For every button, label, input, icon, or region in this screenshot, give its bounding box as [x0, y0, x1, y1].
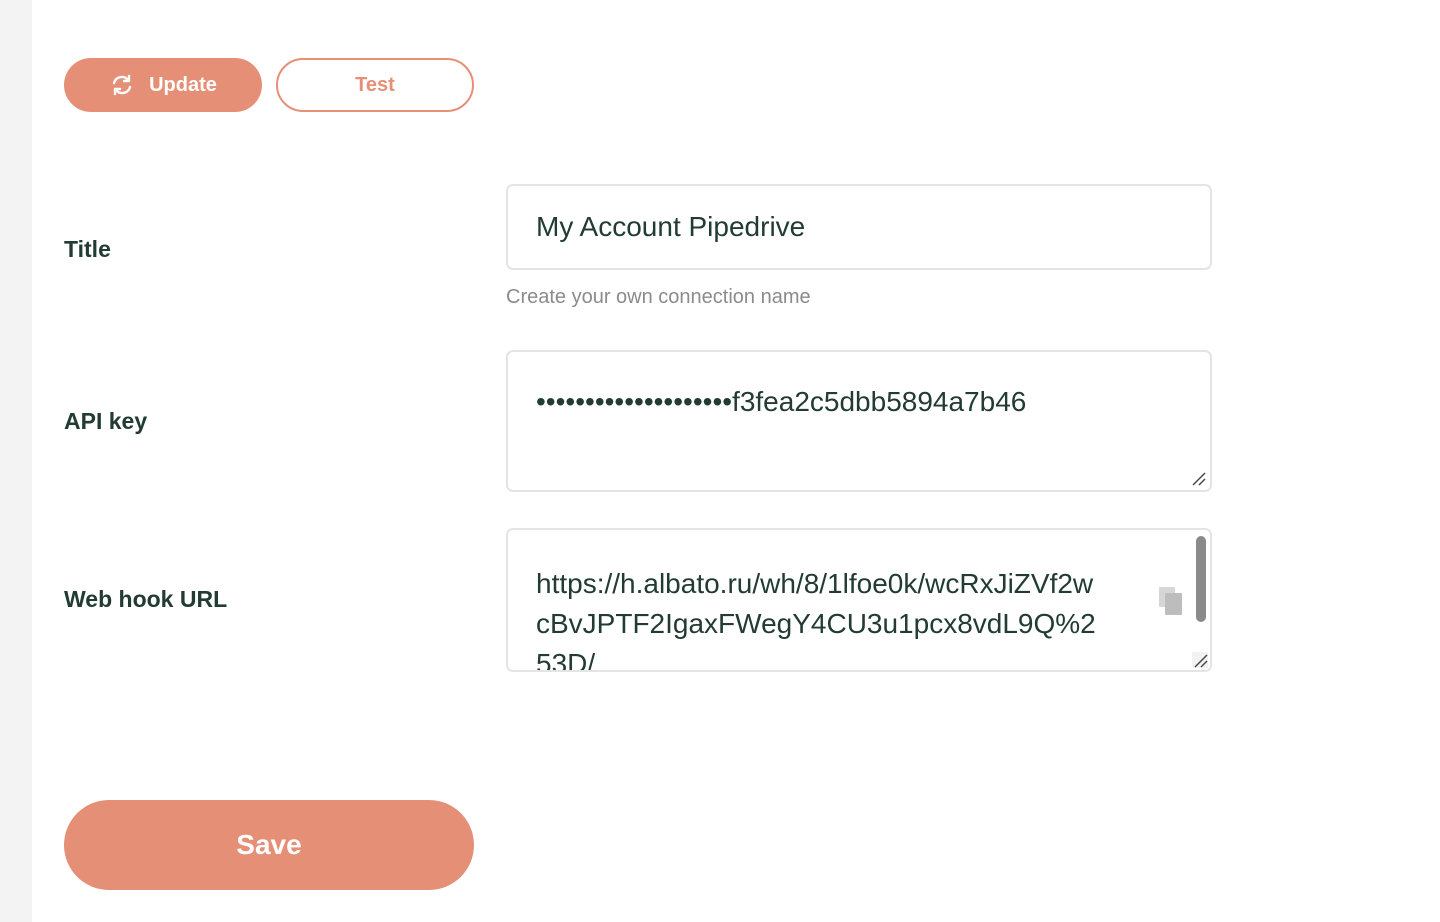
refresh-icon: [109, 74, 135, 96]
webhook-url-textarea[interactable]: https://h.albato.ru/wh/8/1lfoe0k/wcRxJiZ…: [506, 528, 1212, 672]
title-label: Title: [64, 236, 111, 262]
sidebar-edge: [0, 0, 32, 922]
resize-handle-icon[interactable]: [1192, 652, 1208, 668]
test-button-label: Test: [355, 73, 395, 96]
webhook-scrollbar-thumb[interactable]: [1196, 536, 1206, 622]
save-button[interactable]: Save: [64, 800, 474, 890]
resize-handle-icon[interactable]: [1190, 470, 1206, 486]
save-button-label: Save: [236, 829, 302, 860]
title-input[interactable]: My Account Pipedrive: [506, 184, 1212, 270]
webhook-url-label: Web hook URL: [64, 586, 228, 612]
title-input-value: My Account Pipedrive: [536, 211, 806, 242]
update-button-label: Update: [149, 73, 217, 96]
webhook-url-value: https://h.albato.ru/wh/8/1lfoe0k/wcRxJiZ…: [536, 568, 1096, 672]
api-key-value: ••••••••••••••••••••f3fea2c5dbb5894a7b46: [536, 386, 1027, 417]
update-button[interactable]: Update: [64, 58, 262, 112]
test-button[interactable]: Test: [276, 58, 474, 112]
api-key-label: API key: [64, 408, 148, 434]
title-hint: Create your own connection name: [506, 286, 811, 308]
copy-icon[interactable]: [1158, 586, 1184, 616]
api-key-textarea[interactable]: ••••••••••••••••••••f3fea2c5dbb5894a7b46: [506, 350, 1212, 492]
webhook-scrollbar[interactable]: [1192, 530, 1210, 670]
